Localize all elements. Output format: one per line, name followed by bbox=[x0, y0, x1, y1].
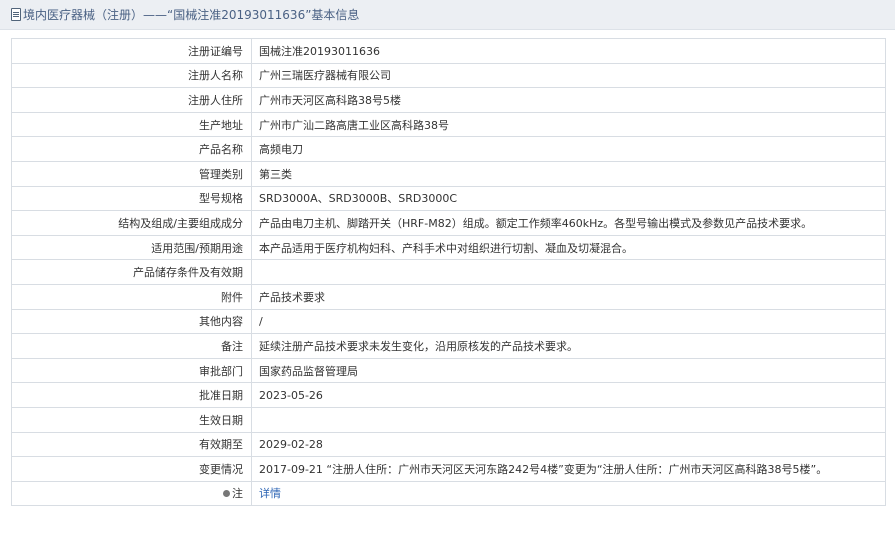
row-label: 附件 bbox=[11, 283, 252, 310]
row-value: 高频电刀 bbox=[251, 136, 886, 162]
row-label: 结构及组成/主要组成成分 bbox=[11, 210, 252, 236]
info-table: 注册证编号 国械注准20193011636 注册人名称 广州三瑞医疗器械有限公司… bbox=[11, 38, 886, 507]
detail-link[interactable]: 详情 bbox=[259, 487, 281, 500]
row-label: 管理类别 bbox=[11, 160, 252, 187]
row-label: 变更情况 bbox=[11, 456, 252, 482]
table-row-valid-until: 有效期至 2029-02-28 bbox=[11, 431, 886, 458]
row-label: 适用范围/预期用途 bbox=[11, 234, 252, 261]
row-label: 有效期至 bbox=[11, 431, 252, 458]
row-label: 注 bbox=[11, 480, 252, 507]
row-value bbox=[251, 259, 886, 285]
row-label: 注册人住所 bbox=[11, 87, 252, 113]
row-label: 型号规格 bbox=[11, 185, 252, 212]
row-value: 广州市天河区高科路38号5楼 bbox=[251, 87, 886, 113]
table-row-registration-number: 注册证编号 国械注准20193011636 bbox=[11, 38, 886, 64]
row-value: 第三类 bbox=[251, 160, 886, 187]
table-row-management-class: 管理类别 第三类 bbox=[11, 160, 886, 187]
title-bar: 境内医疗器械（注册）——“国械注准20193011636”基本信息 bbox=[0, 0, 895, 30]
row-value: 国家药品监督管理局 bbox=[251, 357, 886, 384]
row-label: 生效日期 bbox=[11, 406, 252, 433]
table-row-approval-date: 批准日期 2023-05-26 bbox=[11, 382, 886, 408]
row-value bbox=[251, 406, 886, 433]
row-label: 注册证编号 bbox=[11, 38, 252, 64]
row-label: 产品名称 bbox=[11, 136, 252, 162]
table-row-production-address: 生产地址 广州市广汕二路高唐工业区高科路38号 bbox=[11, 111, 886, 138]
row-label: 审批部门 bbox=[11, 357, 252, 384]
table-row-model-spec: 型号规格 SRD3000A、SRD3000B、SRD3000C bbox=[11, 185, 886, 212]
row-value: 产品由电刀主机、脚踏开关（HRF-M82）组成。额定工作频率460kHz。各型号… bbox=[251, 210, 886, 236]
table-row-product-name: 产品名称 高频电刀 bbox=[11, 136, 886, 162]
row-label: 注册人名称 bbox=[11, 62, 252, 89]
row-value: / bbox=[251, 308, 886, 335]
table-row-storage-validity: 产品储存条件及有效期 bbox=[11, 259, 886, 285]
row-value: 产品技术要求 bbox=[251, 283, 886, 310]
table-row-effective-date: 生效日期 bbox=[11, 406, 886, 433]
row-label: 其他内容 bbox=[11, 308, 252, 335]
table-row-note: 注 详情 bbox=[11, 480, 886, 507]
table-row-remarks: 备注 延续注册产品技术要求未发生变化，沿用原核发的产品技术要求。 bbox=[11, 333, 886, 359]
table-row-registrant-name: 注册人名称 广州三瑞医疗器械有限公司 bbox=[11, 62, 886, 89]
row-value: 2017-09-21 “注册人住所：广州市天河区天河东路242号4楼”变更为“注… bbox=[251, 456, 886, 482]
row-value: 延续注册产品技术要求未发生变化，沿用原核发的产品技术要求。 bbox=[251, 333, 886, 359]
table-row-other-content: 其他内容 / bbox=[11, 308, 886, 335]
table-row-attachment: 附件 产品技术要求 bbox=[11, 283, 886, 310]
table-row-approval-department: 审批部门 国家药品监督管理局 bbox=[11, 357, 886, 384]
page: 境内医疗器械（注册）——“国械注准20193011636”基本信息 注册证编号 … bbox=[0, 0, 895, 533]
row-value: 本产品适用于医疗机构妇科、产科手术中对组织进行切割、凝血及切凝混合。 bbox=[251, 234, 886, 261]
row-value: SRD3000A、SRD3000B、SRD3000C bbox=[251, 185, 886, 212]
row-label: 产品储存条件及有效期 bbox=[11, 259, 252, 285]
row-label: 批准日期 bbox=[11, 382, 252, 408]
row-value: 详情 bbox=[251, 480, 886, 507]
document-icon bbox=[11, 8, 21, 21]
row-label: 生产地址 bbox=[11, 111, 252, 138]
page-title: 境内医疗器械（注册）——“国械注准20193011636”基本信息 bbox=[23, 8, 360, 22]
row-value: 广州三瑞医疗器械有限公司 bbox=[251, 62, 886, 89]
row-value: 2029-02-28 bbox=[251, 431, 886, 458]
table-row-intended-use: 适用范围/预期用途 本产品适用于医疗机构妇科、产科手术中对组织进行切割、凝血及切… bbox=[11, 234, 886, 261]
table-row-change-history: 变更情况 2017-09-21 “注册人住所：广州市天河区天河东路242号4楼”… bbox=[11, 456, 886, 482]
row-value: 广州市广汕二路高唐工业区高科路38号 bbox=[251, 111, 886, 138]
note-label: 注 bbox=[232, 487, 243, 501]
table-row-registrant-address: 注册人住所 广州市天河区高科路38号5楼 bbox=[11, 87, 886, 113]
table-row-structure-composition: 结构及组成/主要组成成分 产品由电刀主机、脚踏开关（HRF-M82）组成。额定工… bbox=[11, 210, 886, 236]
row-label: 备注 bbox=[11, 333, 252, 359]
row-value: 2023-05-26 bbox=[251, 382, 886, 408]
row-value: 国械注准20193011636 bbox=[251, 38, 886, 64]
pin-icon bbox=[223, 489, 230, 497]
